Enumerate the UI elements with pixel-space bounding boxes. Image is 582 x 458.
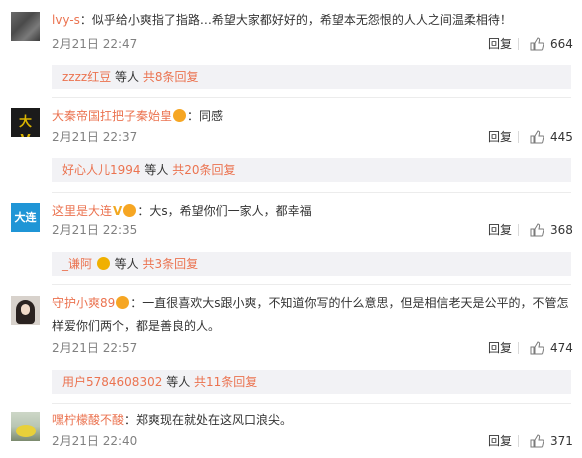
avatar[interactable] [11,412,40,441]
reply-username[interactable]: 用户5784608302 [62,375,162,389]
like-count: 474 [550,341,573,355]
comment-line: 这里是大连V ：大s，希望你们一家人，都幸福 [52,203,312,219]
like-button[interactable]: 368 [530,222,573,238]
avatar-text: 大连 [14,211,37,224]
avatar[interactable]: 大连 [11,203,40,232]
thumbs-up-icon [530,37,544,51]
like-count: 371 [550,434,573,448]
comment-username[interactable]: 守护小爽89 [52,296,115,310]
reply-count-link[interactable]: 共8条回复 [143,70,199,84]
comment-username[interactable]: lvy-s [52,13,80,27]
thumbs-up-icon [530,130,544,144]
thumbs-up-icon [530,341,544,355]
reply-button[interactable]: 回复 [488,433,512,449]
reply-mid-text: 等人 [144,163,169,177]
comment-time: 2月21日 22:35 [52,223,138,237]
like-button[interactable]: 371 [530,433,573,449]
vip-badge-icon [116,296,130,309]
comment-username[interactable]: 嘿柠檬酸不酸 [52,413,124,427]
reply-button[interactable]: 回复 [488,129,512,145]
like-button[interactable]: 474 [530,340,573,356]
reply-button[interactable]: 回复 [488,340,512,356]
comment-time: 2月21日 22:57 [52,341,138,355]
comment-line: 大秦帝国扛把子秦始皇 ：同感 [52,108,223,124]
comment-text: ：似乎给小爽指了指路…希望大家都好好的，希望本无怨恨的人人之间温柔相待！ [79,13,512,27]
reply-count-link[interactable]: 共20条回复 [172,163,235,177]
divider [52,192,571,193]
comment-time: 2月21日 22:47 [52,37,138,51]
reply-count-link[interactable]: 共11条回复 [194,375,257,389]
reply-username[interactable]: _谦阿 [62,257,92,271]
divider [518,38,519,50]
like-count: 368 [550,223,573,237]
vip-badge-icon [96,257,110,270]
reply-count-link[interactable]: 共3条回复 [143,257,199,271]
reply-mid-text: 等人 [166,375,191,389]
divider [518,131,519,143]
comment-line-continued: 样爱你们两个，都是善良的人。 [52,318,220,334]
comment-line: 守护小爽89 ：一直很喜欢大s跟小爽，不知道你写的什么意思，但是相信老天是公平的，… [52,295,569,311]
vip-badge-icon [173,109,187,122]
divider [52,284,571,285]
like-count: 445 [550,130,573,144]
avatar[interactable]: 大V [11,108,40,137]
lemon-icon [16,425,36,437]
comment-time: 2月21日 22:40 [52,434,138,448]
vip-badge-icon [123,204,137,217]
like-button[interactable]: 664 [530,36,573,52]
comment-line: 嘿柠檬酸不酸：郑爽现在就处在这风口浪尖。 [52,412,292,428]
reply-username[interactable]: zzzz红豆 [62,70,111,84]
divider [518,435,519,447]
comment-text: ：大s，希望你们一家人，都幸福 [137,204,312,218]
thumbs-up-icon [530,434,544,448]
reply-summary[interactable]: _谦阿 等人 共3条回复 [52,252,571,276]
reply-summary[interactable]: zzzz红豆 等人 共8条回复 [52,65,571,89]
avatar[interactable] [11,296,40,325]
reply-button[interactable]: 回复 [488,222,512,238]
like-button[interactable]: 445 [530,129,573,145]
reply-mid-text: 等人 [114,257,139,271]
avatar-face [21,304,30,315]
verified-v-icon: V [113,204,123,218]
reply-summary[interactable]: 用户5784608302 等人 共11条回复 [52,370,571,394]
comment-text: ：同感 [187,109,224,123]
divider [52,97,571,98]
like-count: 664 [550,37,573,51]
comment-time: 2月21日 22:37 [52,130,138,144]
comment-username[interactable]: 大秦帝国扛把子秦始皇 [52,109,172,123]
reply-button[interactable]: 回复 [488,36,512,52]
divider [52,403,571,404]
comment-text: ：一直很喜欢大s跟小爽，不知道你写的什么意思，但是相信老天是公平的，不管怎 [130,296,569,310]
divider [518,224,519,236]
comment-text-continued: 样爱你们两个，都是善良的人。 [52,319,221,333]
thumbs-up-icon [530,223,544,237]
reply-summary[interactable]: 好心人儿1994 等人 共20条回复 [52,158,571,182]
reply-username[interactable]: 好心人儿1994 [62,163,141,177]
avatar[interactable] [11,12,40,41]
divider [518,342,519,354]
comment-line: lvy-s：似乎给小爽指了指路…希望大家都好好的，希望本无怨恨的人人之间温柔相待… [52,12,512,28]
reply-mid-text: 等人 [115,70,140,84]
comment-text: ：郑爽现在就处在这风口浪尖。 [124,413,293,427]
comment-username[interactable]: 这里是大连 [52,204,112,218]
avatar-text: 大V [18,115,32,137]
